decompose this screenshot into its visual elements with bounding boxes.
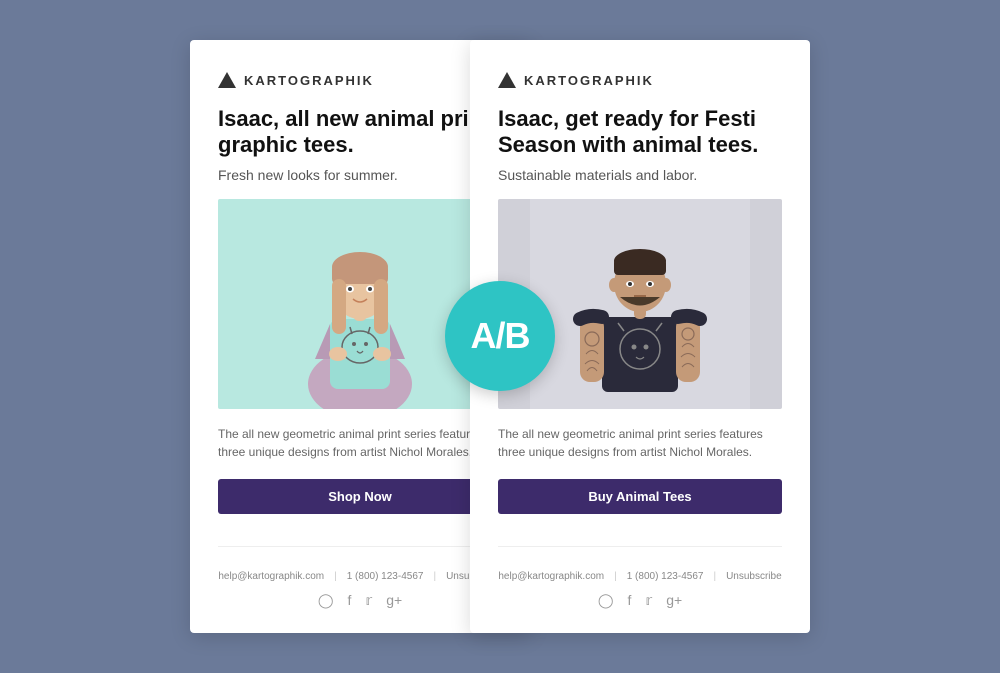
description-a: The all new geometric animal print serie… (218, 425, 502, 461)
description-b: The all new geometric animal print serie… (498, 425, 782, 461)
ab-badge: A/B (445, 281, 555, 391)
twitter-icon-b[interactable]: 𝕣 (645, 592, 652, 609)
twitter-icon-a[interactable]: 𝕣 (365, 592, 372, 609)
ab-badge-label: A/B (471, 315, 530, 357)
logo-row-a: KARTOGRAPHIK (218, 72, 502, 88)
logo-text-a: KARTOGRAPHIK (244, 73, 374, 88)
footer-links-b: help@kartographik.com | 1 (800) 123-4567… (498, 571, 782, 582)
googleplus-icon-a[interactable]: g+ (386, 592, 402, 608)
footer-email-b: help@kartographik.com (498, 571, 604, 582)
footer-phone-b: 1 (800) 123-4567 (627, 571, 704, 582)
footer-a: help@kartographik.com | 1 (800) 123-4567… (218, 546, 502, 609)
googleplus-icon-b[interactable]: g+ (666, 592, 682, 608)
footer-unsubscribe-b[interactable]: Unsubscribe (726, 571, 782, 582)
subheadline-b: Sustainable materials and labor. (498, 167, 782, 183)
instagram-icon-a[interactable]: ◯ (318, 592, 334, 609)
facebook-icon-b[interactable]: f (628, 592, 632, 608)
subheadline-a: Fresh new looks for summer. (218, 167, 502, 183)
logo-row-b: KARTOGRAPHIK (498, 72, 782, 88)
footer-phone-a: 1 (800) 123-4567 (347, 571, 424, 582)
headline-a: Isaac, all new animal print graphic tees… (218, 106, 502, 159)
social-icons-a: ◯ f 𝕣 g+ (218, 592, 502, 609)
logo-triangle-icon-b (498, 72, 516, 88)
logo-text-b: KARTOGRAPHIK (524, 73, 654, 88)
buy-animal-tees-button[interactable]: Buy Animal Tees (498, 479, 782, 514)
footer-email-a: help@kartographik.com (218, 571, 324, 582)
instagram-icon-b[interactable]: ◯ (598, 592, 614, 609)
logo-triangle-icon-a (218, 72, 236, 88)
footer-links-a: help@kartographik.com | 1 (800) 123-4567… (218, 571, 502, 582)
headline-b: Isaac, get ready for Festi Season with a… (498, 106, 782, 159)
footer-b: help@kartographik.com | 1 (800) 123-4567… (498, 546, 782, 609)
shop-now-button[interactable]: Shop Now (218, 479, 502, 514)
social-icons-b: ◯ f 𝕣 g+ (498, 592, 782, 609)
main-container: KARTOGRAPHIK Isaac, all new animal print… (130, 0, 870, 673)
facebook-icon-a[interactable]: f (348, 592, 352, 608)
